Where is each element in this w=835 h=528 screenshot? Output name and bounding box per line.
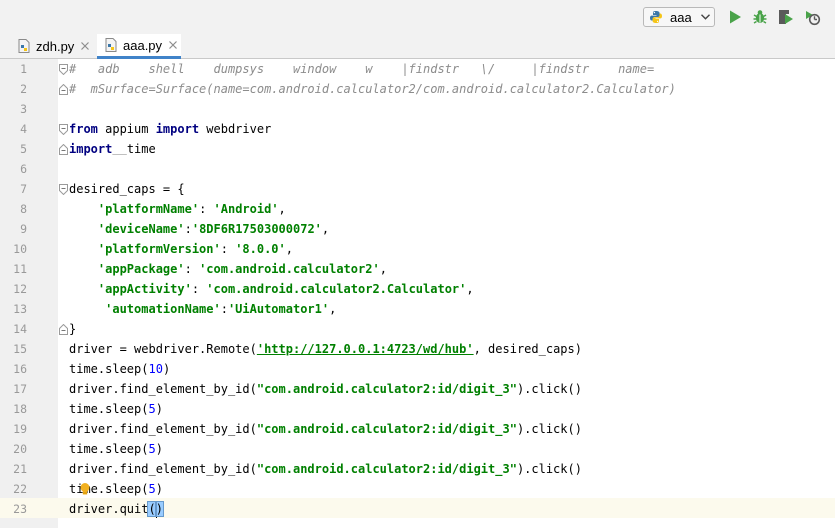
code-line: 19 driver.find_element_by_id("com.androi… (0, 419, 835, 439)
profile-icon[interactable] (803, 8, 821, 26)
fold-end-icon[interactable] (59, 84, 68, 95)
python-file-icon (650, 11, 662, 23)
line-number: 22 (13, 482, 27, 496)
tab-zdh-py[interactable]: zdh.py (18, 34, 96, 58)
fold-start-icon[interactable] (59, 184, 68, 195)
code-line: 22 time.sleep(5) (0, 479, 835, 499)
code-line: 10 'platformVersion': '8.0.0', (0, 239, 835, 259)
code-text: # adb shell dumpsys window w |findstr \/… (69, 62, 655, 76)
code-line: 4 from appium import webdriver (0, 119, 835, 139)
code-text: 'platformVersion': '8.0.0', (97, 242, 293, 256)
fold-end-icon[interactable] (59, 324, 68, 335)
code-text: time.sleep(10) (69, 362, 171, 376)
code-text: desired_caps = { (69, 182, 185, 196)
code-text: 'automationName':'UiAutomator1', (105, 302, 337, 316)
line-number: 11 (13, 262, 27, 276)
line-number: 16 (13, 362, 27, 376)
fold-start-icon[interactable] (59, 64, 68, 75)
code-text: driver.find_element_by_id("com.android.c… (69, 382, 582, 396)
code-line: 5 import time (0, 139, 835, 159)
code-line: 23 driver.quit() (0, 499, 835, 519)
code-text: driver.find_element_by_id("com.android.c… (69, 422, 582, 436)
tab-label: zdh.py (36, 38, 75, 54)
code-text: driver.find_element_by_id("com.android.c… (69, 462, 582, 476)
fold-start-icon[interactable] (59, 124, 68, 135)
line-number: 1 (20, 62, 27, 76)
line-number: 17 (13, 382, 27, 396)
code-editor[interactable]: 1 # adb shell dumpsys window w |findstr … (0, 59, 835, 528)
code-line: 6 (0, 159, 835, 179)
matched-paren: ) (154, 501, 164, 517)
python-file-icon (105, 38, 117, 52)
code-line: 1 # adb shell dumpsys window w |findstr … (0, 59, 835, 79)
run-icon[interactable] (726, 8, 744, 26)
code-text: 'platformName': 'Android', (97, 202, 286, 216)
code-line: 2 # mSurface=Surface(name=com.android.ca… (0, 79, 835, 99)
line-number: 21 (13, 462, 27, 476)
line-number: 20 (13, 442, 27, 456)
line-number: 23 (13, 502, 27, 516)
code-line: 15 driver = webdriver.Remote('http://127… (0, 339, 835, 359)
code-line: 16 time.sleep(10) (0, 359, 835, 379)
line-number: 14 (13, 322, 27, 336)
line-number: 2 (20, 82, 27, 96)
code-text: 'appPackage': 'com.android.calculator2', (97, 262, 387, 276)
python-file-icon (18, 39, 30, 53)
line-number: 8 (20, 202, 27, 216)
code-line: 12 'appActivity': 'com.android.calculato… (0, 279, 835, 299)
line-number: 12 (13, 282, 27, 296)
tab-label: aaa.py (123, 37, 163, 53)
code-line: 17 driver.find_element_by_id("com.androi… (0, 379, 835, 399)
code-line: 21 driver.find_element_by_id("com.androi… (0, 459, 835, 479)
fold-end-icon[interactable] (59, 144, 68, 155)
code-text: from appium import webdriver (69, 122, 272, 136)
line-number: 5 (20, 142, 27, 156)
code-line: 20 time.sleep(5) (0, 439, 835, 459)
code-line: 14 } (0, 319, 835, 339)
url-link[interactable]: 'http://127.0.0.1:4723/wd/hub' (257, 342, 474, 356)
code-line: 3 (0, 99, 835, 119)
code-line: 13 'automationName':'UiAutomator1', (0, 299, 835, 319)
code-line: 7 desired_caps = { (0, 179, 835, 199)
code-text: driver.quit() (69, 501, 164, 518)
toolbar: aaa (0, 0, 835, 34)
line-number: 3 (20, 102, 27, 116)
code-text: } (69, 322, 77, 336)
line-number: 7 (20, 182, 27, 196)
close-icon[interactable] (81, 42, 90, 50)
code-text: time.sleep(5) (69, 402, 163, 416)
matched-paren: ( (147, 501, 157, 517)
code-line: 8 'platformName': 'Android', (0, 199, 835, 219)
code-line: 18 time.sleep(5) (0, 399, 835, 419)
run-configuration-dropdown[interactable]: aaa (643, 7, 715, 27)
line-number: 10 (13, 242, 27, 256)
line-number: 6 (20, 162, 27, 176)
line-number: 15 (13, 342, 27, 356)
chevron-down-icon (701, 14, 710, 20)
tab-aaa-py[interactable]: aaa.py (97, 34, 181, 59)
code-text: import time (69, 142, 156, 156)
code-text: # mSurface=Surface(name=com.android.calc… (69, 82, 676, 96)
lightbulb-icon[interactable] (78, 482, 92, 496)
code-text: 'deviceName':'8DF6R17503000072', (97, 222, 330, 236)
editor-tab-bar: zdh.py aaa.py (0, 34, 835, 59)
line-number: 18 (13, 402, 27, 416)
run-with-coverage-icon[interactable] (777, 8, 795, 26)
line-number: 9 (20, 222, 27, 236)
line-number: 19 (13, 422, 27, 436)
debug-icon[interactable] (751, 8, 769, 26)
line-number: 4 (20, 122, 27, 136)
code-text: driver = webdriver.Remote('http://127.0.… (69, 342, 582, 356)
code-line: 11 'appPackage': 'com.android.calculator… (0, 259, 835, 279)
code-line: 9 'deviceName':'8DF6R17503000072', (0, 219, 835, 239)
run-configuration-label: aaa (670, 9, 692, 25)
close-icon[interactable] (169, 41, 177, 49)
line-number: 13 (13, 302, 27, 316)
code-text: time.sleep(5) (69, 442, 163, 456)
code-text: 'appActivity': 'com.android.calculator2.… (97, 282, 474, 296)
